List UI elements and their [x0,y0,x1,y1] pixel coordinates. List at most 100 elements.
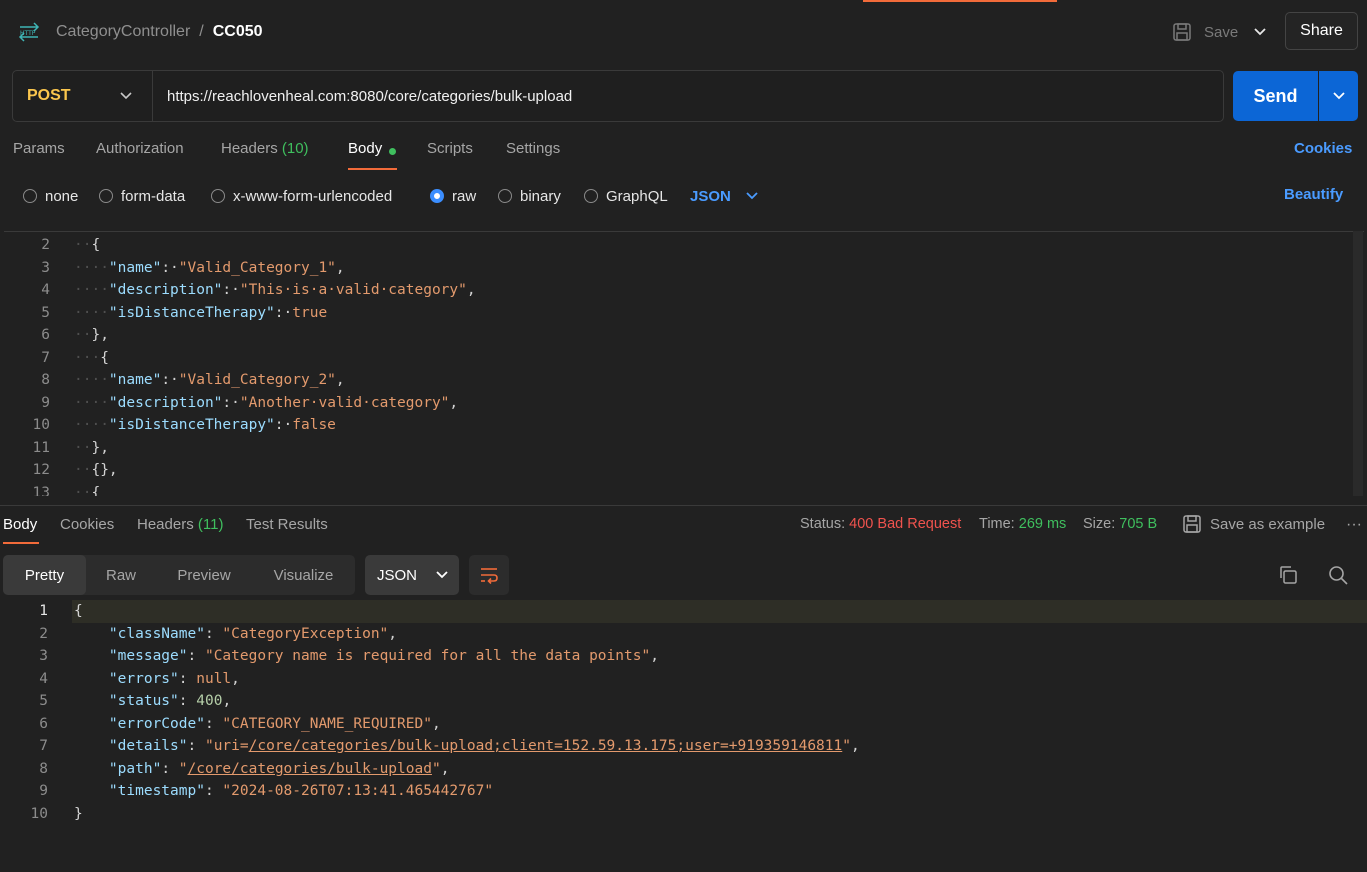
save-options-chevron-down-icon[interactable] [1248,18,1272,46]
response-format-select[interactable]: JSON [365,555,459,595]
response-code-line[interactable]: 7 "details": "uri=/core/categories/bulk-… [0,735,1367,758]
chevron-down-icon[interactable] [115,85,137,107]
tab-body[interactable]: Body [348,140,382,162]
request-code-line[interactable]: 11 ··}, [4,437,1354,460]
tab-headers[interactable]: Headers (10) [221,140,309,162]
request-code-line[interactable]: 4 ····"description":·"This·is·a·valid·cat… [4,279,1354,302]
response-code-line[interactable]: 5 "status": 400, [0,690,1367,713]
wrap-lines-button[interactable] [469,555,509,595]
response-body-viewer[interactable]: 1{2 "className": "CategoryException", 3 "… [0,600,1367,872]
time-badge[interactable]: Time: 269 ms [979,516,1066,532]
code-token: { [100,349,109,366]
breadcrumb: HTTP CategoryController / CC050 [16,18,263,46]
code-text: "timestamp": "2024-08-26T07:13:41.465442… [74,780,493,803]
beautify-button[interactable]: Beautify [1284,186,1343,203]
request-code-line[interactable]: 2 ··{ [4,234,1354,257]
code-token[interactable]: /core/categories/bulk-upload;client=152.… [249,738,843,754]
code-token[interactable]: /core/categories/bulk-upload [188,761,432,777]
send-button[interactable]: Send [1233,71,1318,121]
response-tab-test-results[interactable]: Test Results [246,516,328,533]
radio-graphql[interactable]: GraphQL [584,186,668,206]
code-token: "errorCode" [74,715,205,732]
request-code-line[interactable]: 8 ····"name":·"Valid_Category_2", [4,369,1354,392]
request-code-line[interactable]: 6 ··}, [4,324,1354,347]
line-number: 3 [39,648,48,664]
radio-raw[interactable]: raw [430,186,476,206]
radio-binary[interactable]: binary [498,186,561,206]
wrap-lines-icon [481,568,498,584]
request-code-line[interactable]: 12 ··{}, [4,459,1354,482]
line-number: 12 [32,462,50,478]
response-code-line[interactable]: 3 "message": "Category name is required … [0,645,1367,668]
status-value: 400 Bad Request [849,516,962,532]
breadcrumb-collection[interactable]: CategoryController [56,23,190,41]
code-token: "Category name is required for all the d… [204,648,651,664]
view-pretty[interactable]: Pretty [3,555,86,595]
view-raw[interactable]: Raw [86,555,156,595]
language-select[interactable]: JSON [690,186,759,206]
editor-scrollbar[interactable] [1353,231,1363,496]
code-token: { [91,237,101,253]
indent-guide: ·· [74,439,92,456]
code-token: "status" [74,693,179,709]
code-token: " [842,738,851,754]
time-value: 269 ms [1018,516,1067,532]
status-label: Status: [800,516,846,532]
radio-urlencoded[interactable]: x-www-form-urlencoded [211,186,392,206]
language-label: JSON [690,187,731,205]
radio-circle-selected [430,189,444,203]
request-title[interactable]: CC050 [213,23,263,41]
save-as-example-button[interactable]: Save as example [1182,514,1325,534]
response-code-line[interactable]: 1{ [0,600,1367,623]
save-icon [1183,515,1201,533]
code-token: : [187,648,205,664]
code-token: , [449,394,459,411]
indent-guide: ·· [74,237,92,253]
copy-icon[interactable] [1277,564,1299,591]
code-token: }, [91,327,109,343]
request-body-editor[interactable]: 2 ··{3 ····"name":·"Valid_Category_1", 4 ···… [4,231,1364,496]
code-token: "name" [108,372,162,388]
tab-settings[interactable]: Settings [506,140,560,162]
tab-authorization[interactable]: Authorization [96,140,184,162]
request-code-line[interactable]: 13 ··{ [4,482,1354,497]
response-tab-cookies[interactable]: Cookies [60,516,114,533]
radio-form-data[interactable]: form-data [99,186,185,206]
send-options-chevron-down-icon[interactable] [1319,71,1358,121]
code-token: "className" [74,625,205,642]
request-code-line[interactable]: 7 ···{ [4,347,1354,370]
share-button[interactable]: Share [1285,12,1358,50]
save-button[interactable]: Save [1172,18,1238,46]
url-input[interactable]: https://reachlovenheal.com:8080/core/cat… [167,71,572,121]
pane-divider[interactable] [0,505,1367,506]
request-code-line[interactable]: 3 ····"name":·"Valid_Category_1", [4,257,1354,280]
response-code-line[interactable]: 9 "timestamp": "2024-08-26T07:13:41.4654… [0,780,1367,803]
cookies-link[interactable]: Cookies [1294,140,1352,157]
request-code-line[interactable]: 5 ····"isDistanceTherapy":·true [4,302,1354,325]
code-token: :· [222,282,240,298]
response-tab-headers[interactable]: Headers (11) [137,516,223,533]
response-code-line[interactable]: 2 "className": "CategoryException", [0,623,1367,646]
view-preview[interactable]: Preview [156,555,252,595]
more-options-icon[interactable]: ··· [1346,516,1362,534]
view-visualize[interactable]: Visualize [252,555,355,595]
tab-scripts[interactable]: Scripts [427,140,473,162]
response-code-line[interactable]: 6 "errorCode": "CATEGORY_NAME_REQUIRED", [0,713,1367,736]
method-label: POST [27,87,71,104]
radio-none[interactable]: none [23,186,78,206]
search-icon[interactable] [1327,564,1349,591]
response-code-line[interactable]: 10} [0,803,1367,826]
code-token: :· [274,417,293,433]
indent-guide: ···· [74,259,109,276]
size-badge[interactable]: Size: 705 B [1083,516,1157,532]
status-badge[interactable]: Status: 400 Bad Request [800,516,961,532]
active-tab-underline [3,542,39,544]
code-token: :· [161,259,179,276]
response-code-line[interactable]: 4 "errors": null, [0,668,1367,691]
code-token: : [161,760,179,777]
tab-params[interactable]: Params [13,140,65,162]
response-code-line[interactable]: 8 "path": "/core/categories/bulk-upload"… [0,758,1367,781]
request-code-line[interactable]: 9 ····"description":·"Another·valid·categ… [4,392,1354,415]
response-tab-body[interactable]: Body [3,516,37,533]
request-code-line[interactable]: 10 ····"isDistanceTherapy":·false [4,414,1354,437]
